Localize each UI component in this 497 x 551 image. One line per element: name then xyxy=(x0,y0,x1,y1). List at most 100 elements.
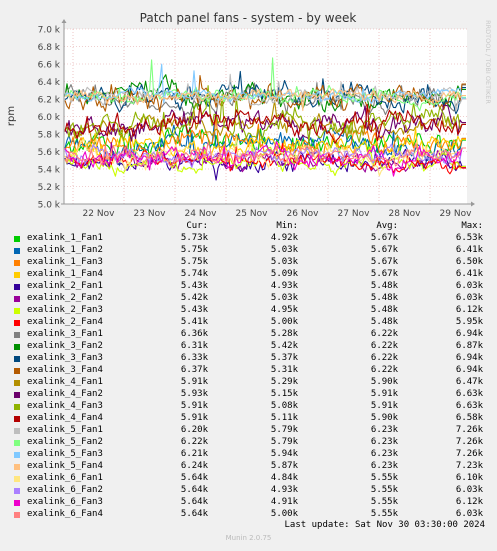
legend-min-value: 4.93k xyxy=(270,281,298,291)
legend-min-value: 5.87k xyxy=(270,461,298,471)
legend-row: exalink_1_Fan3 5.75k 5.03k 5.67k 6.50k xyxy=(0,257,497,269)
legend-cur-value: 5.64k xyxy=(180,509,208,519)
legend-cur-value: 5.74k xyxy=(180,269,208,279)
legend-swatch xyxy=(14,308,20,314)
legend-avg-value: 6.22k xyxy=(370,353,398,363)
legend-series-name: exalink_1_Fan2 xyxy=(27,245,103,255)
legend-series-name: exalink_1_Fan3 xyxy=(27,257,103,267)
legend-row: exalink_6_Fan1 5.64k 4.84k 5.55k 6.10k xyxy=(0,473,497,485)
legend-series-name: exalink_6_Fan2 xyxy=(27,485,103,495)
legend-avg-value: 6.22k xyxy=(370,365,398,375)
legend-min-value: 4.93k xyxy=(270,485,298,495)
legend-swatch xyxy=(14,428,20,434)
legend-row: exalink_1_Fan4 5.74k 5.09k 5.67k 6.41k xyxy=(0,269,497,281)
y-tick-label: 5.0 k xyxy=(38,201,61,211)
legend-swatch xyxy=(14,512,20,518)
legend-swatch xyxy=(14,272,20,278)
legend-series-name: exalink_5_Fan3 xyxy=(27,449,103,459)
legend-series-name: exalink_2_Fan1 xyxy=(27,281,103,291)
col-min: Min: xyxy=(276,221,298,231)
x-tick-label: 29 Nov xyxy=(440,209,473,219)
legend-series-name: exalink_6_Fan1 xyxy=(27,473,103,483)
x-tick-label: 25 Nov xyxy=(236,209,269,219)
legend-row: exalink_6_Fan2 5.64k 4.93k 5.55k 6.03k xyxy=(0,485,497,497)
legend-max-value: 6.12k xyxy=(455,305,483,315)
legend-max-value: 7.26k xyxy=(455,437,483,447)
legend-min-value: 5.03k xyxy=(270,245,298,255)
legend-max-value: 6.12k xyxy=(455,497,483,507)
legend-series-name: exalink_4_Fan4 xyxy=(27,413,103,423)
legend-max-value: 6.50k xyxy=(455,257,483,267)
legend-row: exalink_2_Fan2 5.42k 5.03k 5.48k 6.03k xyxy=(0,293,497,305)
legend-cur-value: 6.36k xyxy=(180,329,208,339)
legend-min-value: 5.03k xyxy=(270,293,298,303)
legend-cur-value: 5.91k xyxy=(180,401,208,411)
legend-cur-value: 5.43k xyxy=(180,281,208,291)
legend-max-value: 6.94k xyxy=(455,365,483,375)
legend-min-value: 5.94k xyxy=(270,449,298,459)
legend-min-value: 5.31k xyxy=(270,365,298,375)
x-tick-label: 28 Nov xyxy=(389,209,422,219)
legend-swatch xyxy=(14,332,20,338)
legend-row: exalink_4_Fan3 5.91k 5.08k 5.91k 6.63k xyxy=(0,401,497,413)
rrdtool-credit: RRDTOOL / TOBI OETIKER xyxy=(484,20,492,104)
legend-swatch xyxy=(14,392,20,398)
y-tick-label: 7.0 k xyxy=(38,26,61,36)
legend-avg-value: 6.23k xyxy=(370,449,398,459)
legend-min-value: 5.42k xyxy=(270,341,298,351)
col-avg: Avg: xyxy=(376,221,398,231)
legend-max-value: 6.87k xyxy=(455,341,483,351)
legend-avg-value: 6.22k xyxy=(370,341,398,351)
legend-swatch xyxy=(14,260,20,266)
legend-avg-value: 5.67k xyxy=(370,245,398,255)
legend-swatch xyxy=(14,488,20,494)
legend-series-name: exalink_2_Fan4 xyxy=(27,317,103,327)
legend-series-name: exalink_4_Fan2 xyxy=(27,389,103,399)
legend-min-value: 5.28k xyxy=(270,329,298,339)
x-tick-label: 27 Nov xyxy=(338,209,371,219)
legend-swatch xyxy=(14,356,20,362)
legend-cur-value: 6.22k xyxy=(180,437,208,447)
y-tick-label: 5.6 k xyxy=(38,148,61,158)
legend-series-name: exalink_3_Fan4 xyxy=(27,365,103,375)
y-tick-label: 6.4 k xyxy=(38,78,61,88)
legend-max-value: 6.03k xyxy=(455,485,483,495)
legend-cur-value: 5.91k xyxy=(180,377,208,387)
legend-series-name: exalink_4_Fan1 xyxy=(27,377,103,387)
x-tick-label: 23 Nov xyxy=(134,209,167,219)
legend-swatch xyxy=(14,296,20,302)
legend-max-value: 6.63k xyxy=(455,401,483,411)
legend-series-name: exalink_4_Fan3 xyxy=(27,401,103,411)
legend-avg-value: 5.48k xyxy=(370,281,398,291)
legend-max-value: 7.26k xyxy=(455,449,483,459)
legend-avg-value: 5.55k xyxy=(370,509,398,519)
y-axis-arrow xyxy=(61,19,67,23)
legend-row: exalink_4_Fan4 5.91k 5.11k 5.90k 6.58k xyxy=(0,413,497,425)
legend-max-value: 6.41k xyxy=(455,269,483,279)
legend-cur-value: 6.21k xyxy=(180,449,208,459)
legend-swatch xyxy=(14,320,20,326)
legend-swatch xyxy=(14,236,20,242)
legend-row: exalink_5_Fan3 6.21k 5.94k 6.23k 7.26k xyxy=(0,449,497,461)
legend-swatch xyxy=(14,248,20,254)
y-axis-label: rpm xyxy=(6,106,17,126)
legend-max-value: 6.94k xyxy=(455,353,483,363)
legend-swatch xyxy=(14,368,20,374)
legend-row: exalink_3_Fan3 6.33k 5.37k 6.22k 6.94k xyxy=(0,353,497,365)
legend-swatch xyxy=(14,404,20,410)
legend-swatch xyxy=(14,440,20,446)
legend-header: Cur: Min: Avg: Max: xyxy=(0,221,497,233)
legend-avg-value: 5.55k xyxy=(370,485,398,495)
legend-max-value: 6.03k xyxy=(455,281,483,291)
legend-row: exalink_4_Fan1 5.91k 5.29k 5.90k 6.47k xyxy=(0,377,497,389)
legend-series-name: exalink_6_Fan3 xyxy=(27,497,103,507)
legend-cur-value: 6.20k xyxy=(180,425,208,435)
legend-row: exalink_4_Fan2 5.93k 5.15k 5.91k 6.63k xyxy=(0,389,497,401)
legend-row: exalink_1_Fan2 5.75k 5.03k 5.67k 6.41k xyxy=(0,245,497,257)
legend-avg-value: 5.67k xyxy=(370,233,398,243)
legend-avg-value: 6.23k xyxy=(370,437,398,447)
legend-row: exalink_5_Fan4 6.24k 5.87k 6.23k 7.23k xyxy=(0,461,497,473)
y-tick-label: 5.4 k xyxy=(38,166,61,176)
legend-cur-value: 5.93k xyxy=(180,389,208,399)
legend-min-value: 5.03k xyxy=(270,257,298,267)
